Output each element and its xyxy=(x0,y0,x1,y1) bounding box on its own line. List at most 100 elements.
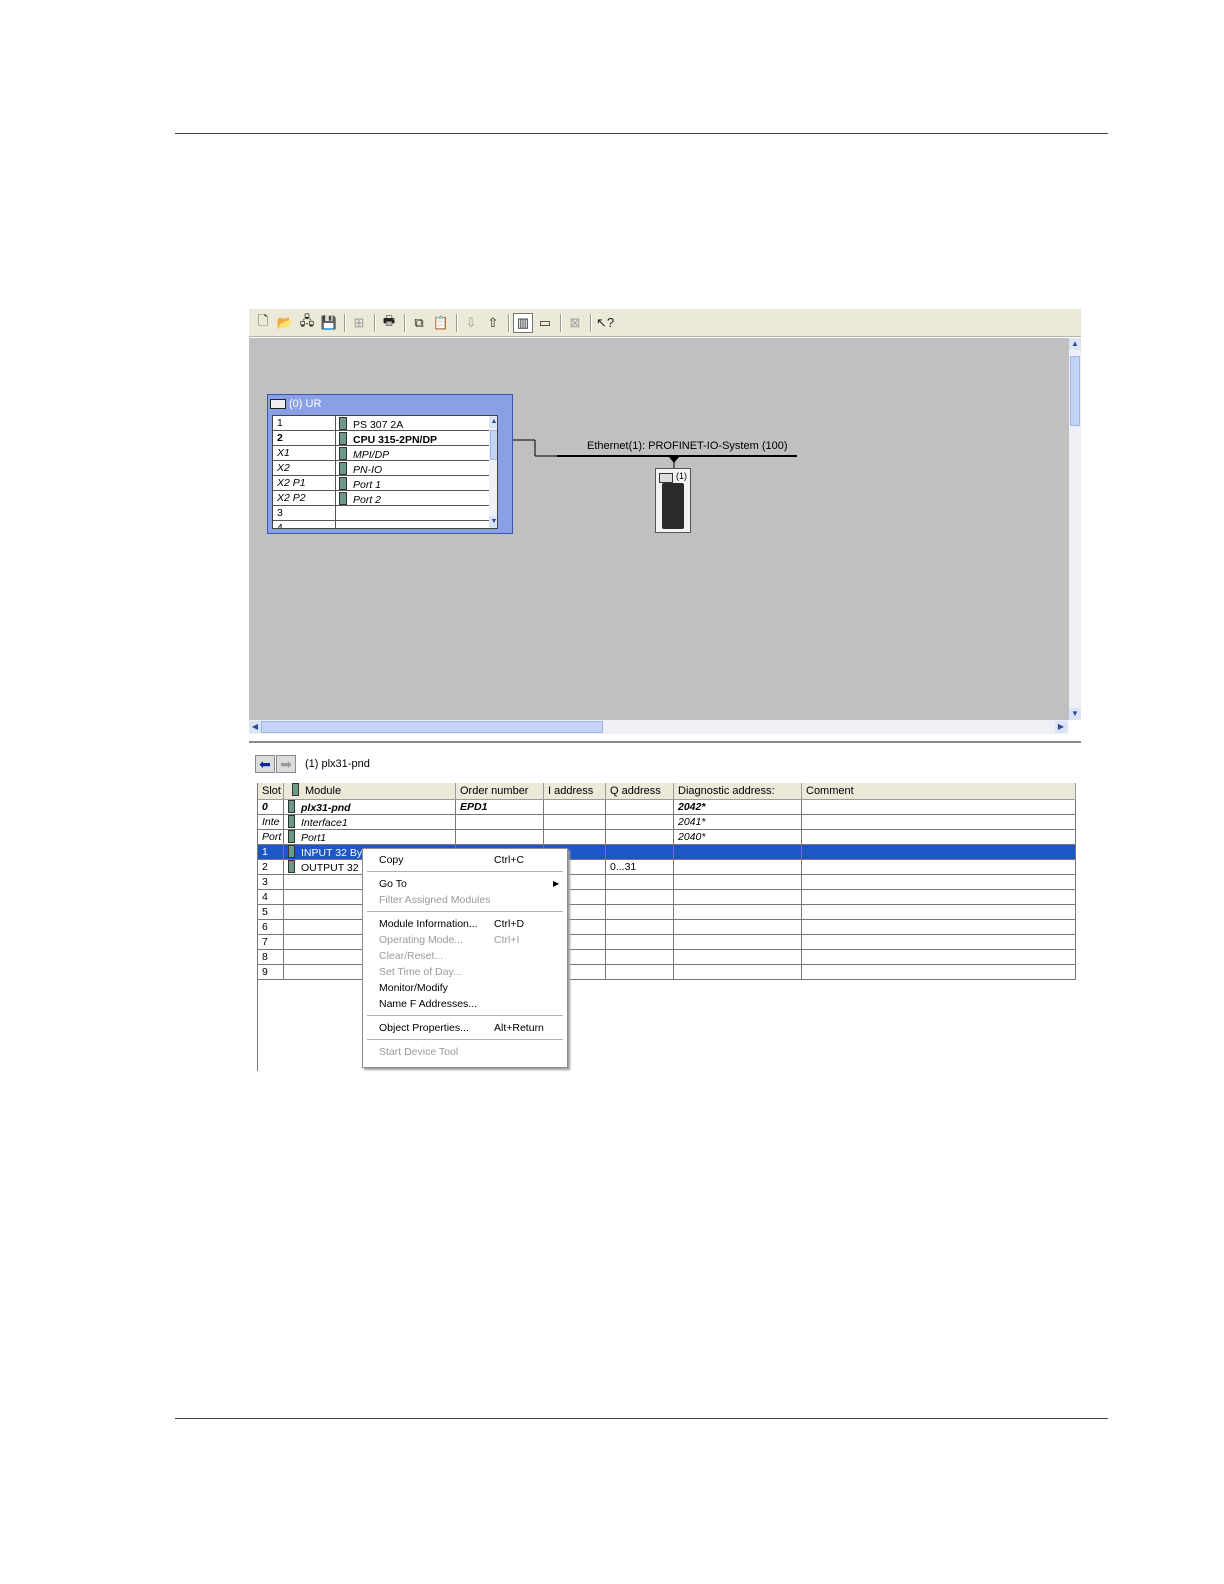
io-device-plx31[interactable]: (1) xyxy=(655,468,691,533)
module-icon xyxy=(288,815,295,828)
toolbar-separator xyxy=(374,313,376,332)
menu-item-label: Object Properties... xyxy=(379,1022,469,1034)
table-row[interactable]: Inte Interface1 2041* xyxy=(258,815,1076,830)
canvas-horizontal-scrollbar[interactable]: ◀ ▶ xyxy=(249,720,1069,734)
new-icon[interactable]: 🗋 xyxy=(253,313,273,333)
scroll-right-icon[interactable]: ▶ xyxy=(1055,721,1067,733)
menu-item-name-f-addresses[interactable]: Name F Addresses... xyxy=(363,996,567,1012)
canvas-vertical-scrollbar[interactable]: ▲ ▼ xyxy=(1069,338,1081,720)
cell-qaddr xyxy=(606,905,674,919)
cell-comment xyxy=(802,920,1076,934)
module-icon xyxy=(288,845,295,858)
cell-comment xyxy=(802,935,1076,949)
cell-order xyxy=(456,815,544,829)
module-icon xyxy=(288,800,295,813)
catalog-icon[interactable]: ▥ xyxy=(513,312,533,333)
cell-qaddr: 0...31 xyxy=(606,860,674,874)
column-header-comment[interactable]: Comment xyxy=(802,783,1076,800)
menu-item-copy[interactable]: Copy Ctrl+C xyxy=(363,852,567,868)
cell-slot: 2 xyxy=(258,860,284,874)
column-header-label: Module xyxy=(305,785,342,797)
copy-icon[interactable]: ⧉ xyxy=(409,313,429,333)
cell-comment xyxy=(802,965,1076,979)
table-row[interactable]: Port Port1 2040* xyxy=(258,830,1076,845)
device-body-icon xyxy=(662,483,684,529)
menu-separator xyxy=(367,871,563,872)
toolbar-separator xyxy=(344,313,346,332)
menu-item-label: Clear/Reset... xyxy=(379,950,444,962)
menu-item-monitor-modify[interactable]: Monitor/Modify xyxy=(363,980,567,996)
cell-iaddr xyxy=(544,830,606,844)
help-icon[interactable]: ↖? xyxy=(595,313,615,333)
upload-icon[interactable]: ⇧ xyxy=(483,313,503,333)
cell-slot: 3 xyxy=(258,875,284,889)
scroll-up-icon[interactable]: ▲ xyxy=(1069,338,1081,350)
vertical-scroll-thumb[interactable] xyxy=(1070,356,1080,426)
cell-text: INPUT 32 By xyxy=(301,847,363,859)
open-icon[interactable]: 📂 xyxy=(275,313,295,333)
column-header-qaddr[interactable]: Q address xyxy=(606,783,674,800)
detail-nav: ⬅ ➡ (1) plx31-pnd xyxy=(255,755,370,773)
window-icon[interactable]: ▭ xyxy=(535,313,555,333)
menu-item-go-to[interactable]: Go To ▶ xyxy=(363,876,567,892)
forward-arrow-icon[interactable]: ➡ xyxy=(276,755,296,773)
column-header-label: Slot xyxy=(262,785,281,797)
print-icon[interactable]: 🖶 xyxy=(379,313,399,333)
module-column-icon xyxy=(292,783,299,796)
menu-item-module-information[interactable]: Module Information... Ctrl+D xyxy=(363,916,567,932)
menu-item-start-device-tool: Start Device Tool xyxy=(363,1044,567,1060)
cell-slot: 7 xyxy=(258,935,284,949)
cell-qaddr xyxy=(606,800,674,814)
horizontal-scroll-thumb[interactable] xyxy=(261,721,603,733)
cell-module: Port1 xyxy=(284,830,456,844)
accessible-nodes-icon[interactable]: 🖧 xyxy=(297,313,317,333)
module-icon xyxy=(288,860,295,873)
cell-diag xyxy=(674,905,802,919)
column-header-slot[interactable]: Slot xyxy=(258,783,284,800)
column-header-diag[interactable]: Diagnostic address: xyxy=(674,783,802,800)
station-canvas[interactable]: (0) UR 1 PS 307 2A 2 CPU 315-2PN/DP X1 MPI/DP… xyxy=(249,338,1069,720)
cell-text: 0...31 xyxy=(610,861,637,873)
cell-comment xyxy=(802,815,1076,829)
column-header-module[interactable]: Module xyxy=(284,783,456,800)
cell-diag xyxy=(674,875,802,889)
menu-item-object-properties[interactable]: Object Properties... Alt+Return xyxy=(363,1020,567,1036)
scroll-down-icon[interactable]: ▼ xyxy=(1069,708,1081,720)
context-menu: Copy Ctrl+C Go To ▶ Filter Assigned Modules M… xyxy=(362,848,568,1068)
table-row[interactable]: 0 plx31-pnd EPD1 2042* xyxy=(258,800,1076,815)
toolbar-separator xyxy=(590,313,592,332)
cell-text: 1 xyxy=(262,846,268,858)
cell-diag xyxy=(674,890,802,904)
cell-qaddr xyxy=(606,815,674,829)
network-icon: ⊠ xyxy=(569,314,581,330)
profinet-system-label[interactable]: Ethernet(1): PROFINET-IO-System (100) xyxy=(587,440,788,452)
detail-title: (1) plx31-pnd xyxy=(305,758,370,770)
cell-qaddr xyxy=(606,950,674,964)
cell-order: EPD1 xyxy=(456,800,544,814)
menu-item-shortcut: Ctrl+D xyxy=(494,918,525,930)
cell-slot: 5 xyxy=(258,905,284,919)
page-bottom-rule xyxy=(175,1418,1108,1419)
menu-separator xyxy=(367,911,563,912)
cell-text: 4 xyxy=(262,891,268,903)
cell-text: 5 xyxy=(262,906,268,918)
cell-diag xyxy=(674,845,802,859)
scroll-left-icon[interactable]: ◀ xyxy=(249,721,261,733)
cell-text: Inte xyxy=(262,816,280,828)
menu-item-label: Copy xyxy=(379,854,404,866)
cell-diag xyxy=(674,950,802,964)
page-top-rule xyxy=(175,133,1108,134)
cell-text: plx31-pnd xyxy=(301,802,351,814)
menu-item-operating-mode: Operating Mode... Ctrl+I xyxy=(363,932,567,948)
toolbar-separator xyxy=(508,313,510,332)
column-header-label: Q address xyxy=(610,785,661,797)
cell-iaddr xyxy=(544,815,606,829)
cell-text: OUTPUT 32 xyxy=(301,862,359,874)
cell-text: 2042* xyxy=(678,801,706,813)
column-header-order[interactable]: Order number xyxy=(456,783,544,800)
cell-text: Port xyxy=(262,831,282,843)
cell-diag xyxy=(674,965,802,979)
column-header-iaddr[interactable]: I address xyxy=(544,783,606,800)
menu-item-set-time-of-day: Set Time of Day... xyxy=(363,964,567,980)
back-arrow-icon[interactable]: ⬅ xyxy=(255,755,275,773)
